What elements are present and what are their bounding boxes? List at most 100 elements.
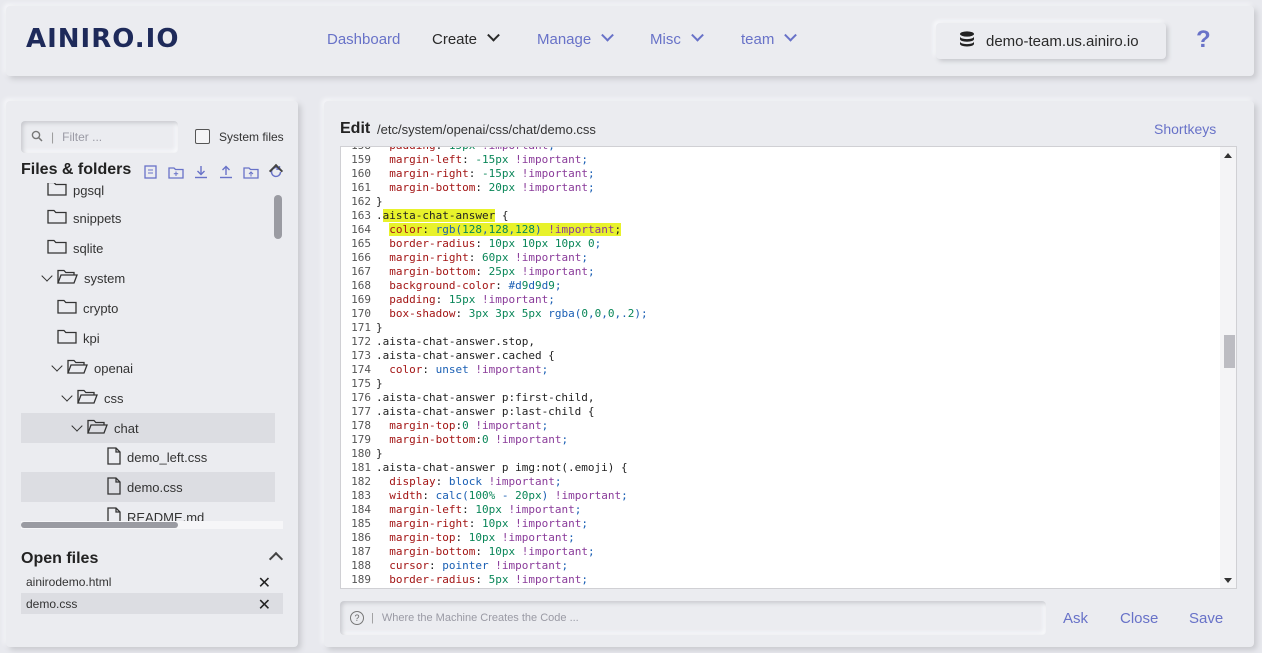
upload-icon[interactable]: [218, 165, 234, 179]
new-file-icon[interactable]: [143, 165, 159, 179]
chevron-down-icon[interactable]: [61, 390, 73, 402]
tree-folder[interactable]: css: [21, 383, 275, 413]
close-icon[interactable]: ✕: [258, 595, 271, 615]
tree-file-selected[interactable]: demo.css: [21, 472, 275, 502]
code-line[interactable]: 184 margin-left: 10px !important;: [341, 503, 648, 517]
ai-prompt-input[interactable]: ? | Where the Machine Creates the Code .…: [340, 601, 1046, 635]
code-line[interactable]: 161 margin-bottom: 20px !important;: [341, 181, 648, 195]
tree-folder[interactable]: sqlite: [21, 233, 275, 263]
filter-placeholder: Filter ...: [62, 130, 103, 144]
chevron-down-icon[interactable]: [41, 270, 53, 282]
code-line[interactable]: 176 .aista-chat-answer p:first-child,: [341, 391, 648, 405]
file-icon: [107, 476, 121, 498]
tree-vertical-scrollbar[interactable]: [274, 189, 282, 519]
upload-folder-icon[interactable]: [243, 165, 259, 179]
code-line[interactable]: 173 .aista-chat-answer.cached {: [341, 349, 648, 363]
tree-folder[interactable]: openai: [21, 353, 275, 383]
nav-manage[interactable]: Manage: [537, 28, 615, 48]
editor-scrollbar[interactable]: [1220, 147, 1236, 588]
code-line[interactable]: 158 padding: 15px !important;: [341, 147, 648, 153]
close-button[interactable]: Close: [1120, 610, 1158, 627]
code-line[interactable]: 175}: [341, 377, 648, 391]
tree-label: system: [84, 270, 126, 286]
nav-dashboard[interactable]: Dashboard: [327, 31, 400, 48]
code-line[interactable]: 164 color: rgb(128,128,128) !important;: [341, 223, 648, 237]
nav-label: Manage: [537, 31, 592, 48]
tree-file[interactable]: README.md: [21, 502, 275, 523]
tree-label: chat: [114, 420, 139, 436]
shortkeys-link[interactable]: Shortkeys: [1154, 121, 1216, 137]
ainiro-logo[interactable]: AINIRO.IO: [26, 24, 179, 54]
code-line[interactable]: 183 width: calc(100% - 20px) !important;: [341, 489, 648, 503]
tree-folder[interactable]: system: [21, 263, 275, 293]
code-line[interactable]: 165 border-radius: 10px 10px 10px 0;: [341, 237, 648, 251]
tree-folder[interactable]: pgsql: [21, 183, 275, 205]
code-line[interactable]: 170 box-shadow: 3px 3px 5px rgba(0,0,0,.…: [341, 307, 647, 321]
code-line[interactable]: 178 margin-top:0 !important;: [341, 419, 648, 433]
filter-input[interactable]: | Filter ...: [21, 121, 178, 153]
open-file-item-selected[interactable]: demo.css ✕: [21, 593, 283, 614]
tree-folder[interactable]: snippets: [21, 203, 275, 233]
chevron-down-icon: [690, 28, 704, 42]
code-line[interactable]: 187 margin-bottom: 10px !important;: [341, 545, 648, 559]
code-line[interactable]: 179 margin-bottom:0 !important;: [341, 433, 648, 447]
code-line[interactable]: 177 .aista-chat-answer p:last-child {: [341, 405, 648, 419]
nav-team[interactable]: team: [741, 28, 798, 48]
code-line[interactable]: 182 display: block !important;: [341, 475, 648, 489]
scroll-up-arrow-icon[interactable]: [1224, 153, 1232, 158]
tree-label: pgsql: [73, 183, 105, 198]
scroll-down-arrow-icon[interactable]: [1224, 578, 1232, 583]
scrollbar-thumb[interactable]: [21, 522, 178, 528]
code-line[interactable]: 181 .aista-chat-answer p img:not(.emoji) …: [341, 461, 648, 475]
code-line[interactable]: 174 color: unset !important;: [341, 363, 648, 377]
scrollbar-thumb[interactable]: [274, 195, 282, 239]
chevron-down-icon[interactable]: [51, 360, 63, 372]
code-line[interactable]: 188 cursor: pointer !important;: [341, 559, 648, 573]
tree-folder[interactable]: kpi: [21, 323, 275, 353]
code-line[interactable]: 186 margin-top: 10px !important;: [341, 531, 648, 545]
code-line[interactable]: 160 margin-right: -15px !important;: [341, 167, 648, 181]
code-content[interactable]: 158 padding: 15px !important;159 margin-…: [341, 147, 648, 588]
tree-label: demo_left.css: [127, 449, 208, 465]
tree-file[interactable]: demo_left.css: [21, 442, 275, 472]
code-line[interactable]: 163 .aista-chat-answer {: [341, 209, 648, 223]
code-editor[interactable]: 158 padding: 15px !important;159 margin-…: [340, 146, 1237, 589]
save-button[interactable]: Save: [1189, 610, 1223, 627]
folder-icon: [47, 239, 67, 257]
open-file-item[interactable]: ainirodemo.html ✕: [21, 571, 283, 593]
new-folder-icon[interactable]: [168, 165, 184, 179]
code-line[interactable]: 167 margin-bottom: 25px !important;: [341, 265, 648, 279]
ask-button[interactable]: Ask: [1063, 610, 1088, 627]
code-line[interactable]: 169 padding: 15px !important;: [341, 293, 648, 307]
open-files-title: Open files: [21, 550, 99, 567]
code-line[interactable]: 166 margin-right: 60px !important;: [341, 251, 648, 265]
close-icon[interactable]: ✕: [258, 573, 271, 593]
help-button[interactable]: ?: [1196, 26, 1211, 54]
nav-create[interactable]: Create: [432, 28, 500, 48]
folder-icon: [57, 299, 77, 317]
code-line[interactable]: 189 border-radius: 5px !important;: [341, 573, 648, 587]
top-header: AINIRO.IO Dashboard Create Manage Misc t…: [6, 6, 1254, 76]
code-line[interactable]: 171}: [341, 321, 648, 335]
code-line[interactable]: 185 margin-right: 10px !important;: [341, 517, 648, 531]
nav-misc[interactable]: Misc: [650, 28, 704, 48]
server-name: demo-team.us.ainiro.io: [986, 32, 1139, 50]
folder-icon: [47, 209, 67, 227]
edit-title: Edit: [340, 120, 371, 137]
tree-horizontal-scrollbar[interactable]: [21, 521, 283, 529]
code-line[interactable]: 168 background-color: #d9d9d9;: [341, 279, 648, 293]
code-line[interactable]: 190 box-shadow: 3px 3px 5px rgba(0,0,0,.…: [341, 587, 647, 588]
server-selector-button[interactable]: demo-team.us.ainiro.io: [936, 23, 1166, 59]
code-line[interactable]: 180}: [341, 447, 648, 461]
tree-folder-selected[interactable]: chat: [21, 413, 275, 443]
code-line[interactable]: 159 margin-left: -15px !important;: [341, 153, 648, 167]
chevron-up-icon[interactable]: [268, 551, 284, 567]
code-line[interactable]: 162}: [341, 195, 648, 209]
scrollbar-thumb[interactable]: [1224, 335, 1235, 368]
tree-folder[interactable]: crypto: [21, 293, 275, 323]
download-icon[interactable]: [193, 165, 209, 179]
code-line[interactable]: 172 .aista-chat-answer.stop,: [341, 335, 648, 349]
system-files-checkbox[interactable]: [195, 129, 210, 144]
chevron-down-icon[interactable]: [71, 420, 83, 432]
system-files-toggle[interactable]: System files: [195, 129, 284, 144]
